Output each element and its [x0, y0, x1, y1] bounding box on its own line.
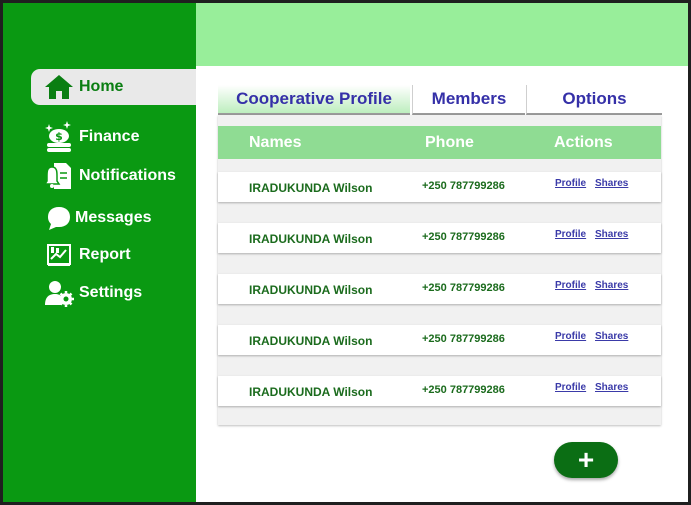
table-row: IRADUKUNDA Wilson +250 787799286 Profile…	[218, 223, 661, 253]
sidebar-item-home[interactable]: Home	[31, 69, 196, 105]
report-icon	[43, 239, 75, 271]
profile-link[interactable]: Profile	[555, 178, 586, 189]
messages-icon	[43, 202, 75, 234]
sidebar-item-label: Finance	[79, 128, 140, 145]
sidebar-item-finance[interactable]: $ Finance	[31, 119, 196, 155]
sidebar-item-label: Report	[79, 246, 131, 263]
app-frame: Home $ Finance Notifications Messages Re…	[3, 3, 688, 502]
member-phone: +250 787799286	[422, 180, 505, 192]
member-name: IRADUKUNDA Wilson	[249, 181, 373, 195]
sidebar-item-label: Home	[79, 78, 124, 95]
sidebar-item-report[interactable]: Report	[31, 237, 196, 273]
add-member-button[interactable]: +	[554, 442, 618, 478]
shares-link[interactable]: Shares	[595, 280, 628, 291]
home-icon	[43, 71, 75, 103]
member-name: IRADUKUNDA Wilson	[249, 385, 373, 399]
sidebar: Home $ Finance Notifications Messages Re…	[3, 3, 196, 502]
table-row: IRADUKUNDA Wilson +250 787799286 Profile…	[218, 274, 661, 304]
finance-icon: $	[43, 121, 75, 153]
shares-link[interactable]: Shares	[595, 331, 628, 342]
shares-link[interactable]: Shares	[595, 229, 628, 240]
settings-icon	[43, 277, 75, 309]
column-header-phone: Phone	[425, 134, 474, 151]
profile-link[interactable]: Profile	[555, 280, 586, 291]
member-phone: +250 787799286	[422, 384, 505, 396]
profile-link[interactable]: Profile	[555, 229, 586, 240]
shares-link[interactable]: Shares	[595, 382, 628, 393]
profile-link[interactable]: Profile	[555, 331, 586, 342]
column-header-names: Names	[249, 134, 302, 151]
sidebar-item-label: Messages	[75, 209, 152, 226]
member-phone: +250 787799286	[422, 282, 505, 294]
sidebar-item-label: Settings	[79, 284, 143, 301]
sidebar-item-settings[interactable]: Settings	[31, 275, 196, 311]
table-row: IRADUKUNDA Wilson +250 787799286 Profile…	[218, 172, 661, 202]
notifications-icon	[43, 160, 75, 192]
member-phone: +250 787799286	[422, 231, 505, 243]
column-header-actions: Actions	[554, 134, 613, 151]
sidebar-item-messages[interactable]: Messages	[31, 200, 196, 236]
member-name: IRADUKUNDA Wilson	[249, 232, 373, 246]
tab-options[interactable]: Options	[526, 85, 662, 115]
member-name: IRADUKUNDA Wilson	[249, 334, 373, 348]
tab-members[interactable]: Members	[412, 85, 525, 115]
table-row: IRADUKUNDA Wilson +250 787799286 Profile…	[218, 376, 661, 406]
shares-link[interactable]: Shares	[595, 178, 628, 189]
table-header: Names Phone Actions	[218, 126, 661, 159]
member-name: IRADUKUNDA Wilson	[249, 283, 373, 297]
tab-cooperative-profile[interactable]: Cooperative Profile	[218, 85, 410, 115]
top-bar	[196, 3, 688, 66]
profile-link[interactable]: Profile	[555, 382, 586, 393]
table-row: IRADUKUNDA Wilson +250 787799286 Profile…	[218, 325, 661, 355]
sidebar-item-label: Notifications	[79, 167, 176, 184]
svg-text:$: $	[55, 130, 63, 143]
sidebar-item-notifications[interactable]: Notifications	[31, 158, 196, 194]
member-phone: +250 787799286	[422, 333, 505, 345]
members-table: Names Phone Actions IRADUKUNDA Wilson +2…	[218, 115, 661, 425]
